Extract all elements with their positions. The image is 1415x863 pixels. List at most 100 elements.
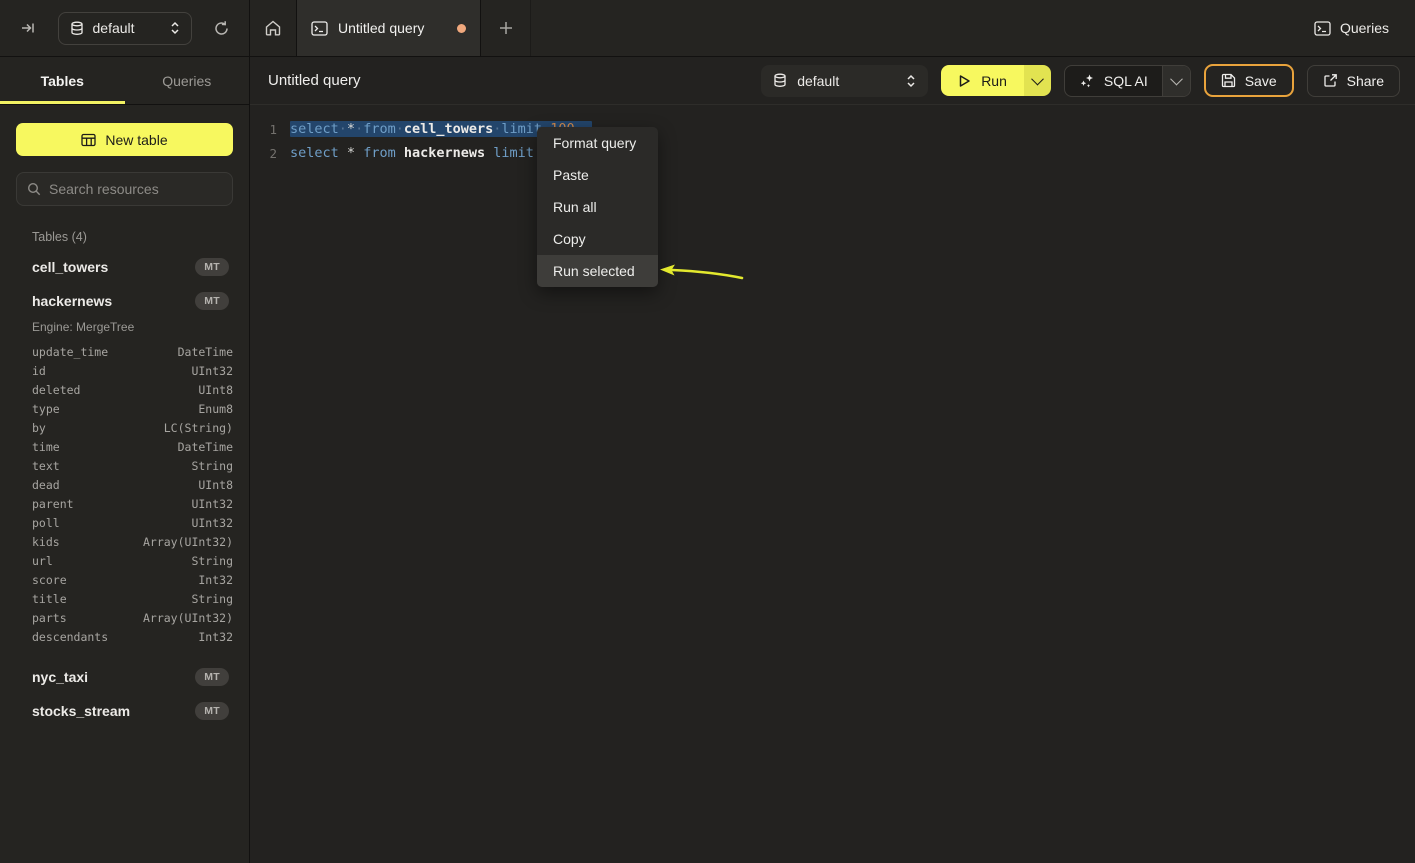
terminal-icon bbox=[1314, 21, 1331, 36]
column-name: by bbox=[32, 421, 46, 435]
sidebar-header: default bbox=[0, 0, 250, 56]
share-icon bbox=[1323, 73, 1338, 88]
code-line: 1select·*·from·cell_towers·limit·100· bbox=[251, 117, 1415, 141]
column-row: deadUInt8 bbox=[16, 475, 233, 494]
new-tab-button[interactable] bbox=[481, 0, 531, 56]
column-type: LC(String) bbox=[164, 421, 233, 435]
new-table-button-label: New table bbox=[105, 132, 167, 148]
token-table: cell_towers bbox=[404, 121, 493, 137]
column-type: UInt32 bbox=[191, 516, 233, 530]
token-kw: select bbox=[290, 145, 339, 161]
column-type: Int32 bbox=[198, 630, 233, 644]
search-input[interactable] bbox=[49, 181, 230, 197]
sparkles-icon bbox=[1079, 73, 1095, 89]
tables-list: cell_towersMThackernewsMTEngine: MergeTr… bbox=[16, 250, 233, 728]
column-row: time DateTime bbox=[16, 437, 233, 456]
token-kw: limit bbox=[493, 145, 534, 161]
table-row[interactable]: hackernewsMT bbox=[16, 284, 233, 318]
column-name: kids bbox=[32, 535, 60, 549]
database-selector-toolbar-value: default bbox=[797, 73, 896, 89]
token-op: * bbox=[347, 121, 355, 137]
engine-badge: MT bbox=[195, 258, 229, 276]
token-kw: from bbox=[363, 145, 396, 161]
sql-ai-button[interactable]: SQL AI bbox=[1065, 66, 1162, 96]
whitespace-dot: · bbox=[339, 121, 347, 137]
column-row: parts Array(UInt32) bbox=[16, 608, 233, 627]
column-type: UInt32 bbox=[191, 364, 233, 378]
menu-item[interactable]: Paste bbox=[537, 159, 658, 191]
column-row: poll UInt32 bbox=[16, 513, 233, 532]
editor-toolbar: default Run bbox=[761, 64, 1400, 97]
column-row: url String bbox=[16, 551, 233, 570]
token-table: hackernews bbox=[404, 145, 485, 161]
table-name: hackernews bbox=[32, 293, 112, 309]
sql-ai-button-group: SQL AI bbox=[1064, 65, 1191, 97]
database-icon bbox=[70, 21, 84, 36]
sql-ai-dropdown[interactable] bbox=[1162, 66, 1190, 96]
column-row: descendantsInt32 bbox=[16, 627, 233, 646]
sidebar: New table Tables (4) cell_towersMThacker… bbox=[0, 105, 250, 863]
column-name: url bbox=[32, 554, 53, 568]
menu-item[interactable]: Copy bbox=[537, 223, 658, 255]
column-type: UInt32 bbox=[191, 497, 233, 511]
sidebar-tab-queries[interactable]: Queries bbox=[125, 57, 250, 104]
database-selector-toolbar[interactable]: default bbox=[761, 65, 928, 97]
sql-ai-button-label: SQL AI bbox=[1104, 73, 1148, 89]
new-table-button[interactable]: New table bbox=[16, 123, 233, 156]
column-type: Int32 bbox=[198, 573, 233, 587]
column-type: Array(UInt32) bbox=[143, 611, 233, 625]
sidebar-tab-queries-label: Queries bbox=[162, 73, 211, 89]
column-row: textString bbox=[16, 456, 233, 475]
sub-bar: Tables Queries Untitled query default bbox=[0, 57, 1415, 105]
sidebar-tab-tables[interactable]: Tables bbox=[0, 57, 125, 104]
token-kw: select bbox=[290, 121, 339, 137]
search-box bbox=[16, 172, 233, 206]
database-selector-top[interactable]: default bbox=[58, 12, 192, 45]
topbar-spacer bbox=[531, 0, 1304, 56]
updown-chevron-icon bbox=[170, 21, 180, 35]
database-selector-top-value: default bbox=[93, 20, 161, 36]
engine-badge: MT bbox=[195, 702, 229, 720]
save-button[interactable]: Save bbox=[1204, 64, 1294, 97]
column-name: time bbox=[32, 440, 60, 454]
sidebar-tabs: Tables Queries bbox=[0, 57, 250, 105]
column-type: String bbox=[191, 459, 233, 473]
updown-chevron-icon bbox=[906, 74, 916, 88]
table-name: nyc_taxi bbox=[32, 669, 88, 685]
sql-editor[interactable]: 1select·*·from·cell_towers·limit·100·2se… bbox=[251, 106, 1415, 863]
line-number: 1 bbox=[251, 122, 277, 137]
column-row: typeEnum8 bbox=[16, 399, 233, 418]
table-row[interactable]: stocks_streamMT bbox=[16, 694, 233, 728]
tab-untitled-query[interactable]: Untitled query bbox=[296, 0, 481, 56]
collapse-sidebar-icon[interactable] bbox=[14, 14, 42, 42]
unsaved-changes-dot bbox=[457, 24, 466, 33]
table-row[interactable]: nyc_taxi MT bbox=[16, 660, 233, 694]
column-name: parts bbox=[32, 611, 67, 625]
chevron-down-icon bbox=[1031, 73, 1044, 86]
engine-badge: MT bbox=[195, 668, 229, 686]
column-row: update_timeDateTime bbox=[16, 342, 233, 361]
refresh-icon[interactable] bbox=[207, 14, 235, 42]
menu-item[interactable]: Run all bbox=[537, 191, 658, 223]
token-op: * bbox=[347, 145, 355, 161]
column-type: DateTime bbox=[178, 440, 233, 454]
column-type: String bbox=[191, 554, 233, 568]
column-name: update_time bbox=[32, 345, 108, 359]
menu-item[interactable]: Run selected bbox=[537, 255, 658, 287]
run-button[interactable]: Run bbox=[941, 65, 1024, 96]
table-row[interactable]: cell_towersMT bbox=[16, 250, 233, 284]
column-name: poll bbox=[32, 516, 60, 530]
top-bar: default bbox=[0, 0, 1415, 57]
share-button[interactable]: Share bbox=[1307, 65, 1400, 97]
home-icon[interactable] bbox=[250, 0, 296, 56]
run-options-dropdown[interactable] bbox=[1024, 65, 1051, 96]
sidebar-tab-tables-label: Tables bbox=[41, 73, 84, 89]
play-icon bbox=[958, 74, 971, 88]
column-row: kidsArray(UInt32) bbox=[16, 532, 233, 551]
menu-item[interactable]: Format query bbox=[537, 127, 658, 159]
share-button-label: Share bbox=[1347, 73, 1384, 89]
token-kw: from bbox=[363, 121, 396, 137]
whitespace-dot: · bbox=[493, 121, 501, 137]
queries-button[interactable]: Queries bbox=[1304, 0, 1415, 56]
table-grid-icon bbox=[81, 133, 96, 147]
